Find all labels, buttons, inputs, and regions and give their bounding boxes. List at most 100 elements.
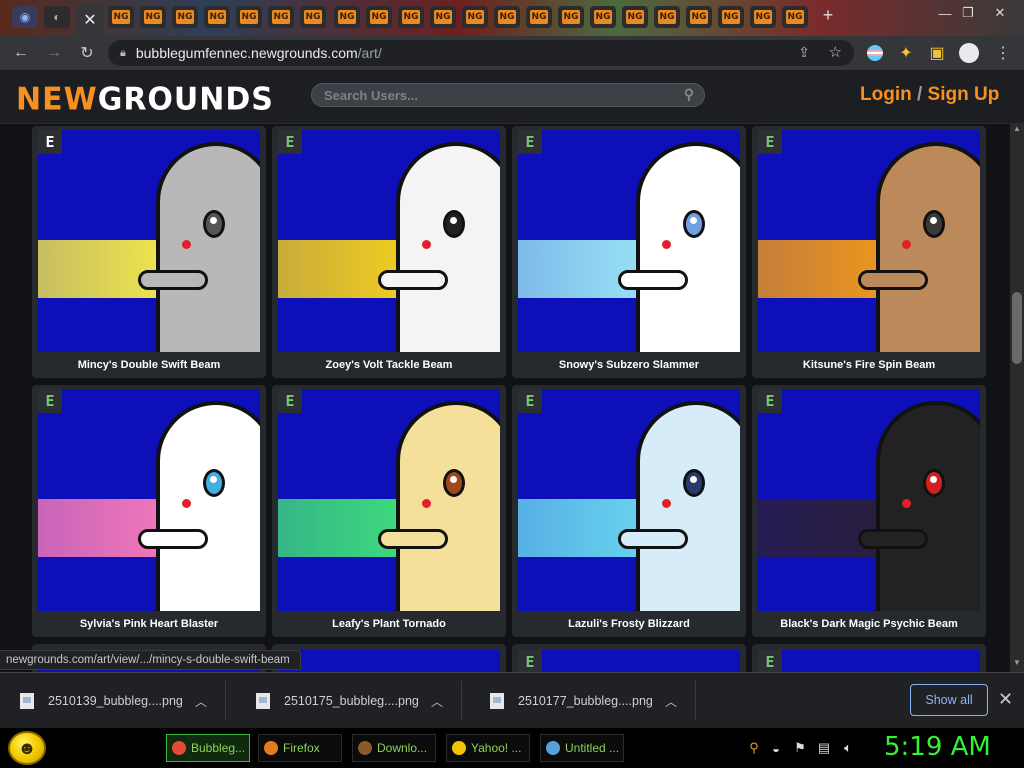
art-card-partial[interactable] xyxy=(272,644,506,672)
art-title[interactable]: Zoey's Volt Tackle Beam xyxy=(272,354,506,376)
download-item[interactable]: 2510177_bubbleg....png ︿ xyxy=(470,681,696,721)
maximize-icon[interactable]: ❐ xyxy=(958,4,978,22)
side-panel-icon[interactable]: ▣ xyxy=(926,42,948,64)
menu-kebab-icon[interactable]: ⋮ xyxy=(992,42,1014,64)
art-card[interactable]: E Kitsune's Fire Spin Beam xyxy=(752,126,986,378)
art-card-partial[interactable]: E xyxy=(752,644,986,672)
art-thumbnail[interactable] xyxy=(758,650,980,672)
taskbar-task[interactable]: Firefox xyxy=(258,734,342,762)
art-thumbnail[interactable] xyxy=(518,650,740,672)
start-button-smiley-icon[interactable]: ☻ xyxy=(8,731,46,765)
art-title[interactable]: Kitsune's Fire Spin Beam xyxy=(752,354,986,376)
art-title[interactable]: Lazuli's Frosty Blizzard xyxy=(512,613,746,635)
share-icon[interactable]: ⇪ xyxy=(798,44,810,61)
close-download-shelf-icon[interactable]: ✕ xyxy=(998,689,1013,710)
newgrounds-tab[interactable]: NG xyxy=(526,6,552,28)
art-card[interactable]: E Black's Dark Magic Psychic Beam xyxy=(752,385,986,637)
art-thumbnail[interactable] xyxy=(278,650,500,672)
art-thumbnail[interactable] xyxy=(38,130,260,352)
art-card[interactable]: E Zoey's Volt Tackle Beam xyxy=(272,126,506,378)
newgrounds-tab[interactable]: NG xyxy=(462,6,488,28)
newgrounds-tab[interactable]: NG xyxy=(398,6,424,28)
back-icon[interactable]: ← xyxy=(10,42,32,64)
art-card-partial[interactable]: E xyxy=(512,644,746,672)
search-icon[interactable]: ⚲ xyxy=(684,86,694,103)
forward-icon[interactable]: → xyxy=(43,42,65,64)
art-title[interactable]: Snowy's Subzero Slammer xyxy=(512,354,746,376)
newgrounds-tab[interactable]: NG xyxy=(654,6,680,28)
newgrounds-tab[interactable]: NG xyxy=(366,6,392,28)
newgrounds-tab[interactable]: NG xyxy=(430,6,456,28)
chevron-up-icon[interactable]: ︿ xyxy=(195,693,207,710)
security-flag-icon[interactable]: ⚑ xyxy=(792,740,808,756)
newgrounds-tab[interactable]: NG xyxy=(334,6,360,28)
art-card[interactable]: E Sylvia's Pink Heart Blaster xyxy=(32,385,266,637)
taskbar-task[interactable]: Downlo... xyxy=(352,734,436,762)
art-title[interactable]: Leafy's Plant Tornado xyxy=(272,613,506,635)
address-bar[interactable]: 🔒︎ bubblegumfennec.newgrounds.com/art/ ⇪… xyxy=(108,40,854,66)
volume-tray-icon[interactable]: 🔈︎ xyxy=(840,740,856,756)
download-item[interactable]: 2510139_bubbleg....png ︿ xyxy=(0,681,226,721)
art-thumbnail[interactable] xyxy=(38,389,260,611)
newgrounds-tab[interactable]: NG xyxy=(718,6,744,28)
art-card[interactable]: E Snowy's Subzero Slammer xyxy=(512,126,746,378)
newgrounds-logo[interactable]: NEWGROUNDS xyxy=(16,81,274,118)
signup-link[interactable]: Sign Up xyxy=(928,84,1000,105)
art-title[interactable]: Sylvia's Pink Heart Blaster xyxy=(32,613,266,635)
window-close-icon[interactable]: ✕ xyxy=(990,4,1010,22)
newgrounds-tab[interactable]: NG xyxy=(494,6,520,28)
close-tab-icon[interactable]: ✕ xyxy=(83,10,96,30)
art-card[interactable]: E Lazuli's Frosty Blizzard xyxy=(512,385,746,637)
art-card[interactable]: E Mincy's Double Swift Beam xyxy=(32,126,266,378)
flag-extension-icon[interactable] xyxy=(864,42,886,64)
minimize-icon[interactable]: — xyxy=(935,4,955,22)
art-thumbnail[interactable] xyxy=(758,389,980,611)
login-link[interactable]: Login xyxy=(860,84,912,105)
newgrounds-tab[interactable]: NG xyxy=(622,6,648,28)
tab-pinned[interactable]: ◉ xyxy=(12,6,38,28)
art-thumbnail[interactable] xyxy=(278,130,500,352)
show-all-downloads-button[interactable]: Show all xyxy=(910,684,988,716)
scrollbar-thumb[interactable] xyxy=(1012,292,1022,364)
newgrounds-tab[interactable]: NG xyxy=(140,6,166,28)
newgrounds-tab[interactable]: NG xyxy=(172,6,198,28)
newgrounds-tab[interactable]: NG xyxy=(558,6,584,28)
active-tab[interactable]: ✕ xyxy=(76,4,104,36)
tab-pinned-2[interactable]: ◐ xyxy=(44,6,70,28)
art-title[interactable]: Mincy's Double Swift Beam xyxy=(32,354,266,376)
chevron-up-icon[interactable]: ︿ xyxy=(665,693,677,710)
taskbar-task[interactable]: Bubbleg... xyxy=(166,734,250,762)
new-tab-button[interactable]: + xyxy=(818,5,838,25)
newgrounds-tab[interactable]: NG xyxy=(686,6,712,28)
search-users-input[interactable]: Search Users... ⚲ xyxy=(311,83,705,107)
taskbar-task[interactable]: Untitled ... xyxy=(540,734,624,762)
globe-icon: ◐ xyxy=(53,10,61,24)
taskbar-task[interactable]: Yahoo! ... xyxy=(446,734,530,762)
page-scrollbar[interactable]: ▲ ▼ xyxy=(1010,124,1024,672)
download-item[interactable]: 2510175_bubbleg....png ︿ xyxy=(236,681,462,721)
art-title[interactable]: Black's Dark Magic Psychic Beam xyxy=(752,613,986,635)
extensions-puzzle-icon[interactable]: ✦ xyxy=(895,42,917,64)
scroll-up-icon[interactable]: ▲ xyxy=(1012,124,1022,136)
search-tray-icon[interactable]: ⚲ xyxy=(746,740,762,756)
art-thumbnail[interactable] xyxy=(278,389,500,611)
scroll-down-icon[interactable]: ▼ xyxy=(1012,658,1022,670)
newgrounds-tab[interactable]: NG xyxy=(590,6,616,28)
newgrounds-tab[interactable]: NG xyxy=(236,6,262,28)
newgrounds-tab[interactable]: NG xyxy=(750,6,776,28)
chevron-up-icon[interactable]: ︿ xyxy=(431,693,443,710)
newgrounds-tab[interactable]: NG xyxy=(204,6,230,28)
art-thumbnail[interactable] xyxy=(518,389,740,611)
newgrounds-tab[interactable]: NG xyxy=(268,6,294,28)
art-thumbnail[interactable] xyxy=(518,130,740,352)
newgrounds-tab[interactable]: NG xyxy=(108,6,134,28)
bookmark-star-icon[interactable]: ☆ xyxy=(829,43,842,61)
art-thumbnail[interactable] xyxy=(758,130,980,352)
chat-tray-icon[interactable]: ◒ xyxy=(768,740,784,756)
profile-avatar-icon[interactable] xyxy=(958,42,980,64)
reload-icon[interactable]: ↻ xyxy=(76,42,98,64)
network-tray-icon[interactable]: ▤ xyxy=(816,740,832,756)
newgrounds-tab[interactable]: NG xyxy=(300,6,326,28)
newgrounds-tab[interactable]: NG xyxy=(782,6,808,28)
art-card[interactable]: E Leafy's Plant Tornado xyxy=(272,385,506,637)
